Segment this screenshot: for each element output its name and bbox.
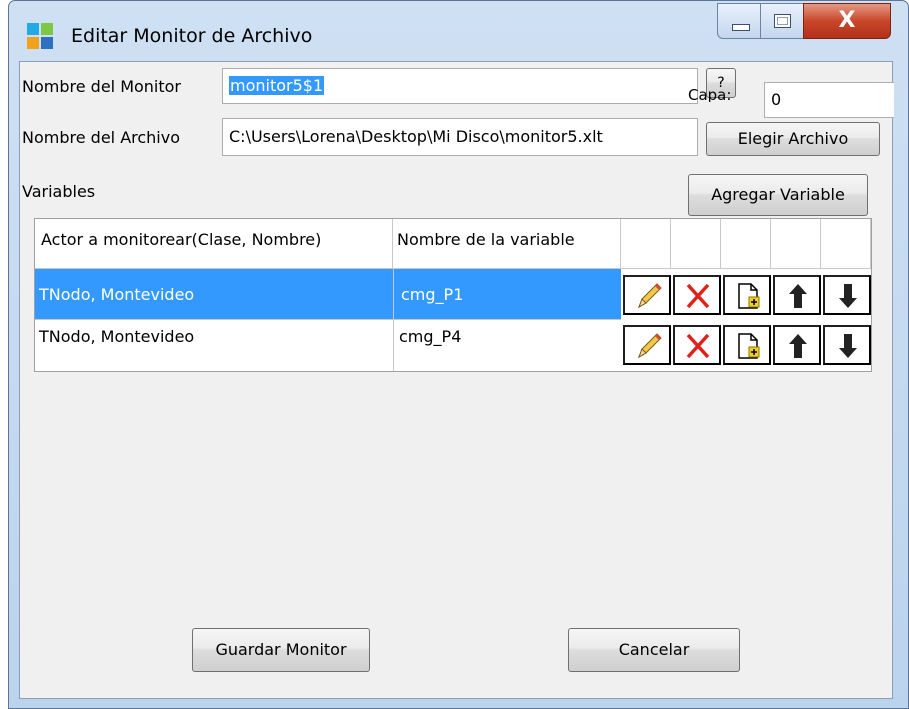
- add-variable-button[interactable]: Agregar Variable: [688, 174, 868, 216]
- new-document-icon: [738, 333, 760, 359]
- choose-file-button[interactable]: Elegir Archivo: [706, 122, 880, 156]
- table-cell-actor[interactable]: TNodo, Montevideo: [35, 319, 393, 369]
- new-document-button[interactable]: [723, 275, 771, 315]
- monitor-name-input[interactable]: monitor5$1: [222, 68, 698, 104]
- column-header-actor[interactable]: Actor a monitorear(Clase, Nombre): [35, 219, 393, 269]
- variables-table: Actor a monitorear(Clase, Nombre) Nombre…: [34, 218, 872, 372]
- move-up-button[interactable]: [773, 325, 821, 365]
- table-cell-variable[interactable]: cmg_P1: [393, 269, 621, 319]
- monitor-name-value: monitor5$1: [229, 76, 325, 95]
- column-header-variable[interactable]: Nombre de la variable: [393, 219, 621, 269]
- delete-button[interactable]: [673, 275, 721, 315]
- cancel-button[interactable]: Cancelar: [568, 628, 740, 672]
- save-monitor-button[interactable]: Guardar Monitor: [192, 628, 370, 672]
- delete-button[interactable]: [673, 325, 721, 365]
- maximize-button[interactable]: [760, 3, 804, 39]
- edit-button[interactable]: [623, 325, 671, 365]
- minimize-icon: [732, 24, 750, 31]
- maximize-icon: [774, 14, 791, 28]
- column-header-action[interactable]: [671, 219, 721, 269]
- delete-icon: [686, 283, 710, 309]
- close-button[interactable]: X: [803, 3, 891, 39]
- dialog-window: Editar Monitor de Archivo X Nombre del M…: [8, 0, 909, 709]
- column-header-action[interactable]: [721, 219, 771, 269]
- column-header-action[interactable]: [821, 219, 871, 269]
- title-bar[interactable]: Editar Monitor de Archivo X: [9, 1, 908, 61]
- move-up-icon: [789, 284, 807, 308]
- app-icon: [27, 23, 55, 51]
- layer-input[interactable]: 0: [764, 82, 894, 118]
- move-down-button[interactable]: [823, 275, 871, 315]
- minimize-button[interactable]: [717, 3, 761, 39]
- move-up-icon: [789, 334, 807, 358]
- close-icon: X: [838, 8, 856, 33]
- edit-button[interactable]: [623, 275, 671, 315]
- edit-icon: [638, 283, 662, 309]
- variables-label: Variables: [22, 182, 96, 201]
- move-up-button[interactable]: [773, 275, 821, 315]
- new-document-icon: [738, 283, 760, 309]
- edit-icon: [638, 333, 662, 359]
- layer-label: Capa:: [688, 88, 732, 102]
- move-down-icon: [839, 334, 857, 358]
- delete-icon: [686, 333, 710, 359]
- dialog-body: Nombre del Monitor monitor5$1 ? Capa: 0 …: [19, 61, 894, 699]
- file-name-label: Nombre del Archivo: [22, 128, 180, 147]
- move-down-button[interactable]: [823, 325, 871, 365]
- column-header-action[interactable]: [771, 219, 821, 269]
- window-title: Editar Monitor de Archivo: [71, 25, 313, 47]
- table-cell-variable[interactable]: cmg_P4: [393, 319, 621, 369]
- table-cell-actor[interactable]: TNodo, Montevideo: [35, 269, 393, 319]
- monitor-name-label: Nombre del Monitor: [22, 77, 182, 96]
- new-document-button[interactable]: [723, 325, 771, 365]
- column-header-action[interactable]: [621, 219, 671, 269]
- move-down-icon: [839, 284, 857, 308]
- file-name-input[interactable]: C:\Users\Lorena\Desktop\Mi Disco\monitor…: [222, 118, 698, 156]
